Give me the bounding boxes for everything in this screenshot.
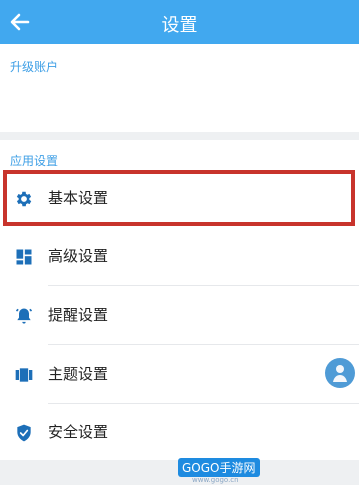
avatar-figure-icon (333, 365, 347, 382)
security-settings-item[interactable]: 安全设置 (0, 404, 359, 462)
shield-check-icon (17, 424, 31, 442)
avatar[interactable] (325, 358, 355, 388)
row-divider (48, 344, 359, 345)
security-settings-label: 安全设置 (48, 423, 109, 441)
bell-icon (15, 308, 33, 324)
theme-settings-label: 主题设置 (48, 365, 109, 383)
theme-icon (15, 368, 33, 382)
watermark-logo: GOGO手游网 (178, 458, 260, 477)
theme-settings-item[interactable]: 主题设置 (0, 346, 359, 404)
upgrade-section[interactable]: 升级账户 (0, 44, 359, 132)
app-header: 设置 (0, 0, 359, 44)
highlight-box (3, 170, 355, 226)
upgrade-section-title: 升级账户 (10, 60, 59, 74)
advanced-settings-item[interactable]: 高级设置 (0, 228, 359, 286)
reminder-settings-label: 提醒设置 (48, 306, 109, 324)
watermark-url: www.gogo.cn (192, 476, 239, 484)
section-divider (0, 132, 359, 140)
app-settings-title: 应用设置 (10, 154, 59, 168)
reminder-settings-item[interactable]: 提醒设置 (0, 287, 359, 345)
dashboard-icon (16, 249, 32, 265)
advanced-settings-label: 高级设置 (48, 247, 109, 265)
row-divider (48, 285, 359, 286)
page-title: 设置 (161, 15, 198, 36)
